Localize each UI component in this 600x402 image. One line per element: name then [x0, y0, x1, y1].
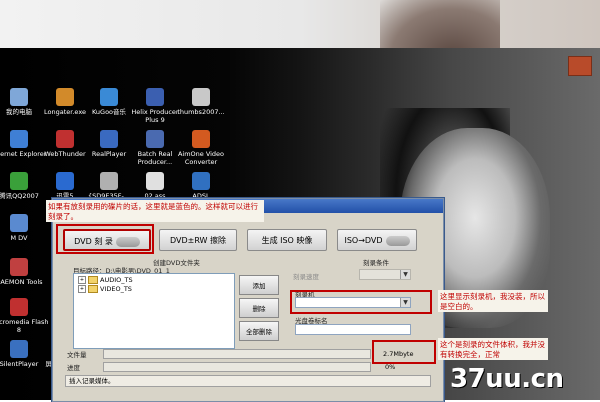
add-button[interactable]: 添加 — [239, 275, 279, 295]
drive-note: 这里显示刻录机，我没装，所以是空白的。 — [440, 292, 545, 311]
wallpaper-shadow — [380, 0, 500, 48]
chevron-down-icon: ▼ — [400, 270, 410, 279]
status-bar: 插入记录媒体。 — [65, 375, 431, 387]
burn-speed-label: 刻录速度 — [293, 273, 319, 281]
progress-label: 进度 — [67, 364, 80, 372]
expand-toggle[interactable]: + — [78, 285, 86, 293]
application-icon — [192, 88, 210, 106]
desktop-icon[interactable]: AimOne Video Converter — [170, 130, 232, 166]
application-icon — [100, 130, 118, 148]
size-note: 这个是刻录的文件体积，我并没有转换完全，正常 — [440, 340, 545, 359]
file-size-bar — [103, 349, 371, 359]
file-size-label: 文件量 — [67, 351, 87, 359]
iso-to-dvd-label: ISO→DVD — [344, 236, 383, 245]
application-icon — [10, 340, 28, 358]
desktop-icon-label: M DV — [10, 234, 28, 242]
application-icon — [10, 130, 28, 148]
burn-button-highlight — [56, 224, 154, 254]
application-icon — [10, 172, 28, 190]
burner-highlight — [290, 290, 432, 314]
tree-node-audio[interactable]: + AUDIO_TS — [78, 276, 230, 285]
desktop-icon-label: AimOne Video Converter — [177, 150, 225, 166]
folder-icon — [88, 276, 98, 284]
burn-conditions-header: 刻录条件 — [363, 259, 389, 267]
desktop-icon[interactable]: ADSL — [170, 172, 232, 200]
folder-icon — [88, 285, 98, 293]
folder-tree[interactable]: + AUDIO_TS + VIDEO_TS — [73, 273, 235, 349]
application-icon — [10, 258, 28, 276]
application-icon — [56, 130, 74, 148]
application-icon — [146, 172, 164, 190]
disc-label-input[interactable] — [295, 324, 411, 335]
expand-toggle[interactable]: + — [78, 276, 86, 284]
site-watermark: 37uu.cn — [450, 364, 564, 394]
dvd-rewrite-label: DVD±RW 擦除 — [169, 236, 227, 245]
tree-node-label: AUDIO_TS — [100, 276, 133, 284]
delete-button[interactable]: 删除 — [239, 298, 279, 318]
add-label: 添加 — [252, 282, 266, 290]
application-icon — [10, 88, 28, 106]
tree-node-label: VIDEO_TS — [100, 285, 132, 293]
desktop-icon-label: DAEMON Tools — [0, 278, 43, 286]
application-icon — [100, 88, 118, 106]
desktop-icon[interactable]: Macromedia Flash 8 — [0, 298, 50, 334]
file-size-highlight — [372, 340, 436, 364]
tree-node-video[interactable]: + VIDEO_TS — [78, 285, 230, 294]
desktop-icon-label: thumbs2007... — [177, 108, 225, 116]
progress-bar — [103, 362, 371, 372]
application-icon — [192, 172, 210, 190]
application-icon — [100, 172, 118, 190]
burn-note: 如果有放刻录用的碟片的话，这里就是蓝色的。这样就可以进行刻录了。 — [48, 202, 258, 221]
delete-all-label: 全部删除 — [246, 328, 272, 336]
desktop-icon-label: Macromedia Flash 8 — [0, 318, 49, 334]
delete-all-button[interactable]: 全部删除 — [239, 321, 279, 341]
tray-icon[interactable] — [568, 56, 592, 76]
burn-speed-select[interactable]: ▼ — [359, 269, 411, 280]
make-iso-label: 生成 ISO 映像 — [261, 236, 313, 245]
application-icon — [56, 172, 74, 190]
make-iso-button[interactable]: 生成 ISO 映像 — [247, 229, 327, 251]
application-icon — [10, 214, 28, 232]
wallpaper-top-strip — [0, 0, 600, 48]
dvd-rewrite-button[interactable]: DVD±RW 擦除 — [159, 229, 237, 251]
delete-label: 删除 — [252, 305, 266, 313]
application-icon — [146, 130, 164, 148]
application-icon — [192, 130, 210, 148]
application-icon — [10, 298, 28, 316]
application-icon — [146, 88, 164, 106]
desktop-icon[interactable]: DAEMON Tools — [0, 258, 50, 286]
desktop-icon[interactable]: M DV — [0, 214, 50, 242]
progress-value: 0% — [385, 363, 396, 371]
disc-icon — [385, 235, 410, 246]
application-icon — [56, 88, 74, 106]
iso-to-dvd-button[interactable]: ISO→DVD — [337, 229, 417, 251]
desktop-icon[interactable]: thumbs2007... — [170, 88, 232, 116]
